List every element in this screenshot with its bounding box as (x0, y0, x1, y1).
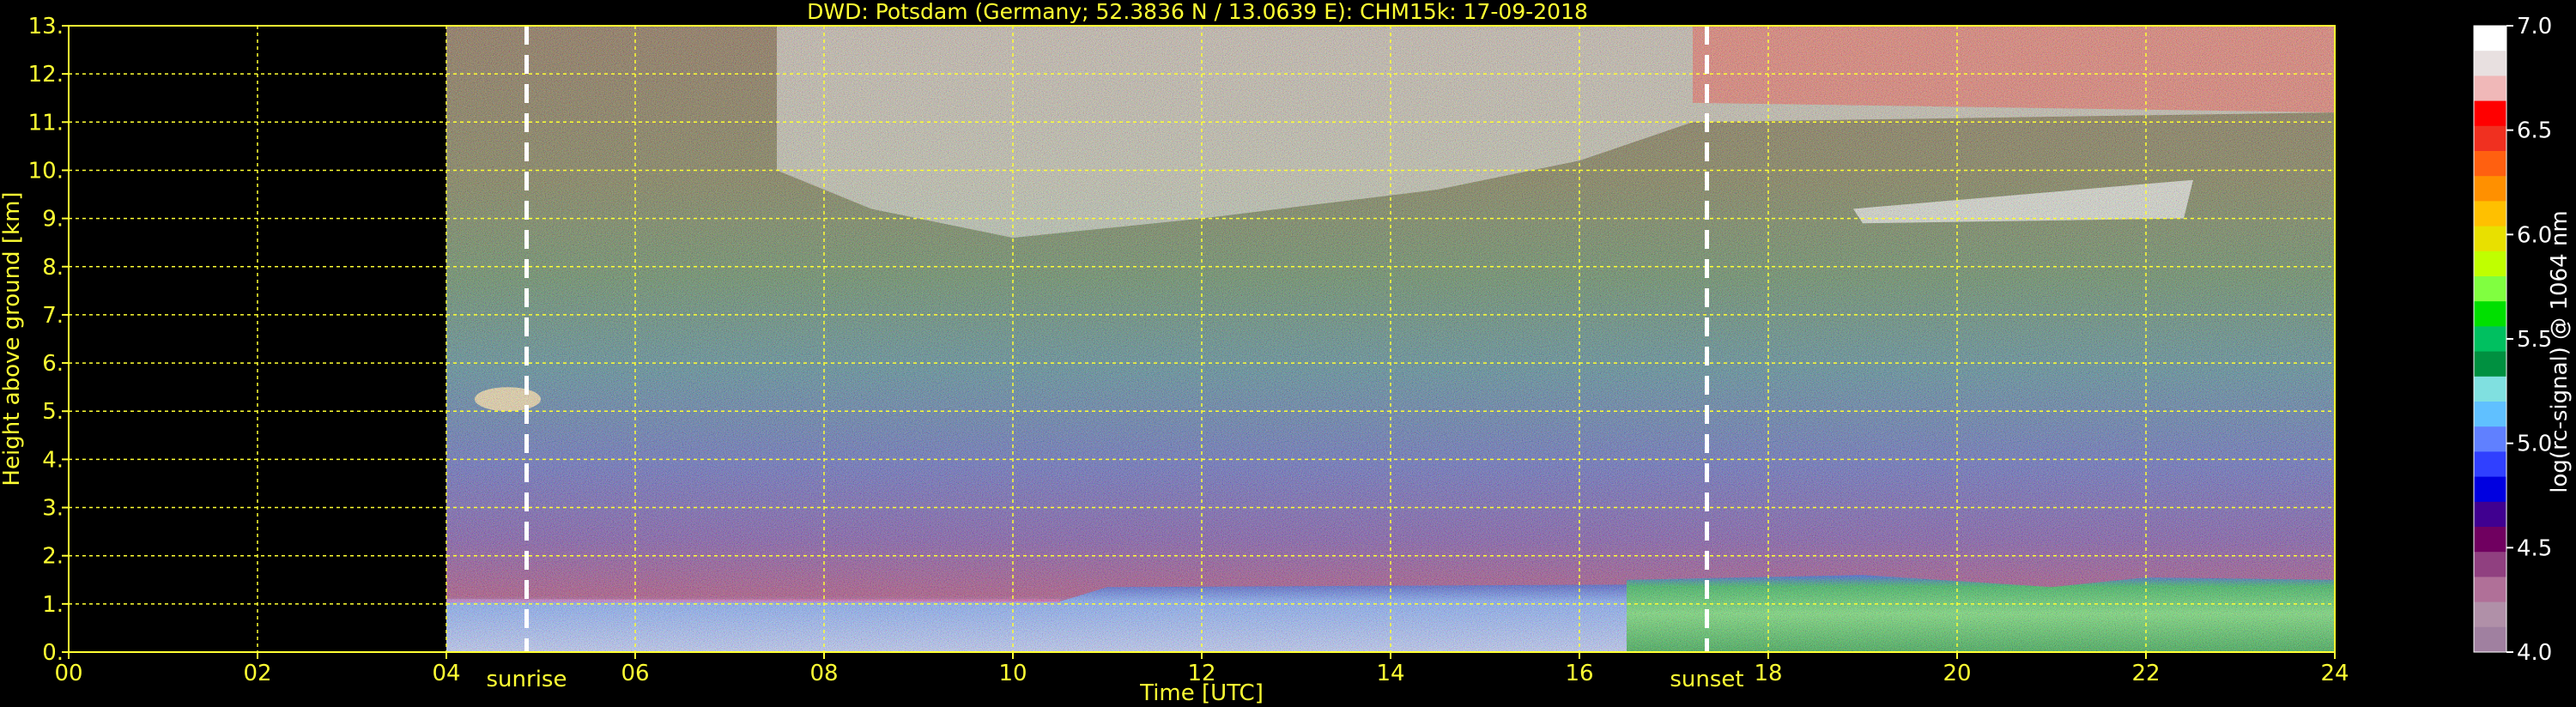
x-tick-label: 10 (998, 661, 1027, 686)
y-axis-label: Height above ground [km] (0, 191, 25, 486)
x-tick-label: 08 (809, 661, 838, 686)
colorbar-segment (2474, 76, 2506, 102)
x-tick-label: 06 (621, 661, 649, 686)
lidar-ceilometer-chart: sunrise sunset 00 02 04 06 08 10 12 14 16 18 20 22 24… (0, 0, 2573, 706)
colorbar-segment (2474, 26, 2506, 51)
colorbar-segment (2474, 276, 2506, 302)
y-tick-label: 2. (42, 544, 64, 570)
y-tick-label: 0. (42, 640, 64, 666)
colorbar-segment (2474, 201, 2506, 227)
y-tick-label: 1. (42, 592, 64, 618)
y-tick-label: 4. (42, 447, 64, 473)
x-axis-label: Time [UTC] (1139, 680, 1264, 706)
colorbar-segment (2474, 577, 2506, 603)
x-tick-label: 22 (2131, 661, 2160, 686)
y-tick-label: 13. (28, 14, 64, 39)
colorbar-segment (2474, 301, 2506, 327)
signal-noise (446, 26, 2335, 652)
y-tick-label: 3. (42, 496, 64, 522)
y-tick-label: 7. (42, 303, 64, 329)
plot-area (69, 26, 2335, 652)
colorbar-segment (2474, 501, 2506, 528)
y-tick-label: 12. (28, 62, 64, 88)
x-tick-label: 14 (1376, 661, 1404, 686)
x-tick-label: 04 (432, 661, 460, 686)
colorbar-segment (2474, 125, 2506, 152)
x-tick-label: 18 (1754, 661, 1782, 686)
colorbar-tick-label: 6.5 (2517, 118, 2552, 144)
colorbar-segment (2474, 426, 2506, 452)
x-tick-label: 24 (2320, 661, 2349, 686)
colorbar-segment (2474, 100, 2506, 127)
colorbar-segment (2474, 176, 2506, 202)
colorbar-segment (2474, 451, 2506, 478)
colorbar-segment (2474, 251, 2506, 277)
colorbar-segment (2474, 552, 2506, 577)
colorbar-segment (2474, 601, 2506, 628)
colorbar-segment (2474, 527, 2506, 553)
y-tick-label: 5. (42, 399, 64, 425)
marker-label-sunrise: sunrise (487, 667, 567, 692)
x-tick-label: 02 (243, 661, 271, 686)
x-tick-label: 16 (1565, 661, 1593, 686)
colorbar-segment (2474, 226, 2506, 252)
colorbar-tick-label: 4.0 (2517, 640, 2552, 666)
chart-title: DWD: Potsdam (Germany; 52.3836 N / 13.06… (807, 0, 1588, 24)
x-tick-label: 20 (1943, 661, 1971, 686)
y-tick-label: 8. (42, 255, 64, 281)
colorbar-segment (2474, 626, 2506, 653)
colorbar-segment (2474, 476, 2506, 503)
marker-label-sunset: sunset (1670, 667, 1743, 692)
y-tick-label: 6. (42, 351, 64, 377)
y-tick-label: 10. (28, 158, 64, 184)
colorbar-segment (2474, 376, 2506, 402)
y-tick-label: 11. (28, 110, 64, 136)
colorbar-segment (2474, 151, 2506, 177)
colorbar-segment (2474, 51, 2506, 76)
colorbar-label: log(rc-signal) @ 1064 nm (2547, 210, 2573, 492)
colorbar: 4.04.55.05.56.06.57.0 (2473, 14, 2552, 666)
colorbar-segment (2474, 351, 2506, 378)
colorbar-segment (2474, 326, 2506, 353)
y-tick-label: 9. (42, 207, 64, 233)
colorbar-segment (2474, 402, 2506, 427)
colorbar-tick-label: 4.5 (2517, 535, 2552, 561)
colorbar-tick-label: 7.0 (2517, 14, 2552, 39)
